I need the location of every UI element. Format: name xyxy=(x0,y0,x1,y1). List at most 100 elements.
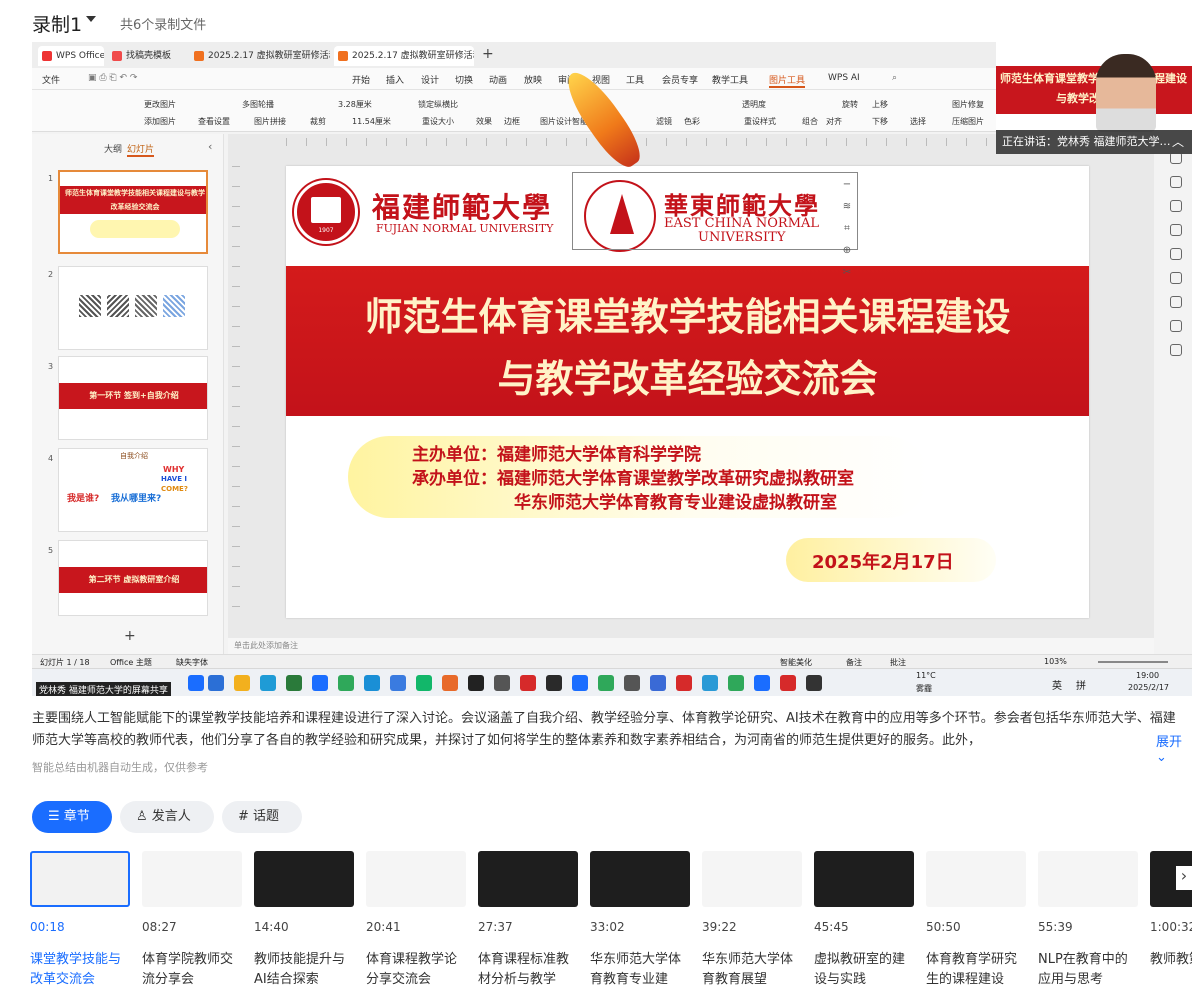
slide-thumb-1[interactable]: 师范生体育课堂教学技能相关课程建设与教学改革经验交流会 xyxy=(58,170,208,254)
side-tool-icon[interactable] xyxy=(1170,344,1182,356)
menu-wps-ai[interactable]: WPS AI xyxy=(828,73,860,83)
notes-area[interactable]: 单击此处添加备注 xyxy=(228,638,1154,654)
taskbar-app-icon[interactable] xyxy=(650,675,666,691)
menu-insert[interactable]: 插入 xyxy=(386,73,404,86)
tab-outline[interactable]: 大纲 xyxy=(104,142,122,155)
filter-speakers[interactable]: ♙ 发言人 xyxy=(120,801,214,833)
taskbar-app-icon[interactable] xyxy=(494,675,510,691)
chapter-title[interactable]: 教师技能提升与AI结合探索 xyxy=(254,950,354,990)
side-tool-icon[interactable] xyxy=(1170,200,1182,212)
chapter-title[interactable]: 教师教策略探 xyxy=(1150,950,1192,970)
chapter-thumbnail[interactable] xyxy=(1038,851,1138,907)
taskbar-app-icon[interactable] xyxy=(390,675,406,691)
taskbar-app-icon[interactable] xyxy=(286,675,302,691)
missing-font[interactable]: 缺失字体 xyxy=(176,657,208,668)
ribbon-item[interactable]: 图片设计 xyxy=(540,116,572,127)
image-float-toolbar[interactable]: − ≋ ⌗ ⊕ ✂ xyxy=(840,174,854,284)
ribbon-item[interactable]: 压缩图片 xyxy=(952,116,984,127)
theme-name[interactable]: Office 主题 xyxy=(110,657,152,668)
ribbon-item[interactable]: 边框 xyxy=(504,116,520,127)
speaker-video[interactable]: 师范生体育课堂教学技能相关课程建设 与教学改革 正在讲话：党林秀 福建师范大学…… xyxy=(996,42,1192,154)
chapter-title[interactable]: 华东师范大学体育教育展望 xyxy=(702,950,802,990)
side-tool-icon[interactable] xyxy=(1170,320,1182,332)
ime-mode[interactable]: 拼 xyxy=(1076,677,1086,692)
side-tool-icon[interactable] xyxy=(1170,272,1182,284)
menu-start[interactable]: 开始 xyxy=(352,73,370,86)
ribbon-item[interactable]: 裁剪 xyxy=(310,116,326,127)
chapter-thumbnail[interactable] xyxy=(478,851,578,907)
chevron-up-icon[interactable]: ︿ xyxy=(1172,130,1184,154)
taskbar-app-icon[interactable] xyxy=(260,675,276,691)
menu-transition[interactable]: 切换 xyxy=(455,73,473,86)
taskbar-app-icon[interactable] xyxy=(468,675,484,691)
collapse-icon[interactable]: ‹ xyxy=(208,140,212,153)
comment-toggle[interactable]: 批注 xyxy=(890,657,906,668)
ribbon-item[interactable]: 透明度 xyxy=(742,99,766,110)
chapter-title[interactable]: 虚拟教研室的建设与实践 xyxy=(814,950,914,990)
ribbon-item[interactable]: 滤镜 xyxy=(656,116,672,127)
taskbar-app-icon[interactable] xyxy=(598,675,614,691)
ribbon-item[interactable]: 查看设置 xyxy=(198,116,230,127)
ribbon-item[interactable]: 添加图片 xyxy=(144,116,176,127)
ribbon-item[interactable]: 旋转 xyxy=(842,99,858,110)
taskbar-app-icon[interactable] xyxy=(754,675,770,691)
ribbon-item[interactable]: 图片修复 xyxy=(952,99,984,110)
side-tool-icon[interactable] xyxy=(1170,224,1182,236)
ribbon-item[interactable]: 上移 xyxy=(872,99,888,110)
chapter-thumbnail[interactable] xyxy=(702,851,802,907)
add-slide-icon[interactable]: + xyxy=(124,628,136,644)
slide-canvas[interactable]: 1907 福建師範大學 FUJIAN NORMAL UNIVERSITY 華東師… xyxy=(286,166,1089,618)
zoom-level[interactable]: 103% xyxy=(1044,657,1067,666)
wps-tab-doc1[interactable]: 2025.2.17 虚拟教研室研修活动 xyxy=(190,46,330,66)
ribbon-item[interactable]: 对齐 xyxy=(826,116,842,127)
chapter-title[interactable]: 体育课程教学论分享交流会 xyxy=(366,950,466,990)
ribbon-item[interactable]: 重设样式 xyxy=(744,116,776,127)
chapter-title[interactable]: 体育课程标准教材分析与教学 xyxy=(478,950,578,990)
chapter-thumbnail[interactable] xyxy=(30,851,130,907)
chapter-title[interactable]: 华东师范大学体育教育专业建 xyxy=(590,950,690,990)
chapter-thumbnail[interactable] xyxy=(814,851,914,907)
taskbar-app-icon[interactable] xyxy=(520,675,536,691)
slide-thumb-2[interactable] xyxy=(58,266,208,350)
menu-design[interactable]: 设计 xyxy=(421,73,439,86)
taskbar-app-icon[interactable] xyxy=(728,675,744,691)
chapter-thumbnail[interactable] xyxy=(142,851,242,907)
recording-title[interactable]: 录制1 xyxy=(32,10,82,37)
wps-tab-doc2[interactable]: 2025.2.17 虚拟教研室研修活动一览 xyxy=(334,46,474,66)
smart-beautify-button[interactable]: 智能美化 xyxy=(780,657,812,668)
wps-tab-home[interactable]: WPS Office xyxy=(38,46,104,66)
taskbar-app-icon[interactable] xyxy=(624,675,640,691)
taskbar-app-icon[interactable] xyxy=(364,675,380,691)
ribbon-item[interactable]: 选择 xyxy=(910,116,926,127)
ribbon-item[interactable]: 更改图片 xyxy=(144,99,176,110)
side-tool-icon[interactable] xyxy=(1170,296,1182,308)
taskbar-app-icon[interactable] xyxy=(312,675,328,691)
taskbar-app-icon[interactable] xyxy=(338,675,354,691)
image-selection-box[interactable] xyxy=(572,172,858,250)
taskbar-app-icon[interactable] xyxy=(676,675,692,691)
chapter-title[interactable]: 课堂教学技能与改革交流会 xyxy=(30,950,130,990)
ribbon-item[interactable]: 重设大小 xyxy=(422,116,454,127)
video-player[interactable]: WPS Office 找稿壳模板 2025.2.17 虚拟教研室研修活动 202… xyxy=(32,42,1192,696)
ribbon-item[interactable]: 下移 xyxy=(872,116,888,127)
filter-topics[interactable]: # 话题 xyxy=(222,801,302,833)
file-menu[interactable]: 文件 xyxy=(42,73,60,86)
tab-slides[interactable]: 幻灯片 xyxy=(127,142,155,157)
side-tool-icon[interactable] xyxy=(1170,248,1182,260)
slide-thumb-3[interactable]: 第一环节 签到+自我介绍 xyxy=(58,356,208,440)
slide-thumb-5[interactable]: 第二环节 虚拟教研室介绍 xyxy=(58,540,208,616)
taskbar-app-icon[interactable] xyxy=(234,675,250,691)
taskbar-app-icon[interactable] xyxy=(572,675,588,691)
taskbar-app-icon[interactable] xyxy=(546,675,562,691)
chevron-right-icon[interactable]: › xyxy=(1176,866,1192,890)
ime-lang[interactable]: 英 xyxy=(1052,677,1062,692)
taskbar-app-icon[interactable] xyxy=(442,675,458,691)
menu-animation[interactable]: 动画 xyxy=(489,73,507,86)
menu-picture-tools[interactable]: 图片工具 xyxy=(769,73,806,88)
chapter-title[interactable]: 体育教育学研究生的课程建设 xyxy=(926,950,1026,990)
ribbon-item[interactable]: 色彩 xyxy=(684,116,700,127)
windows-start-icon[interactable] xyxy=(188,675,204,691)
expand-link[interactable]: 展开 ⌄ xyxy=(1152,731,1192,765)
chapter-thumbnail[interactable] xyxy=(926,851,1026,907)
ribbon-item[interactable]: 3.28厘米 xyxy=(338,99,372,110)
